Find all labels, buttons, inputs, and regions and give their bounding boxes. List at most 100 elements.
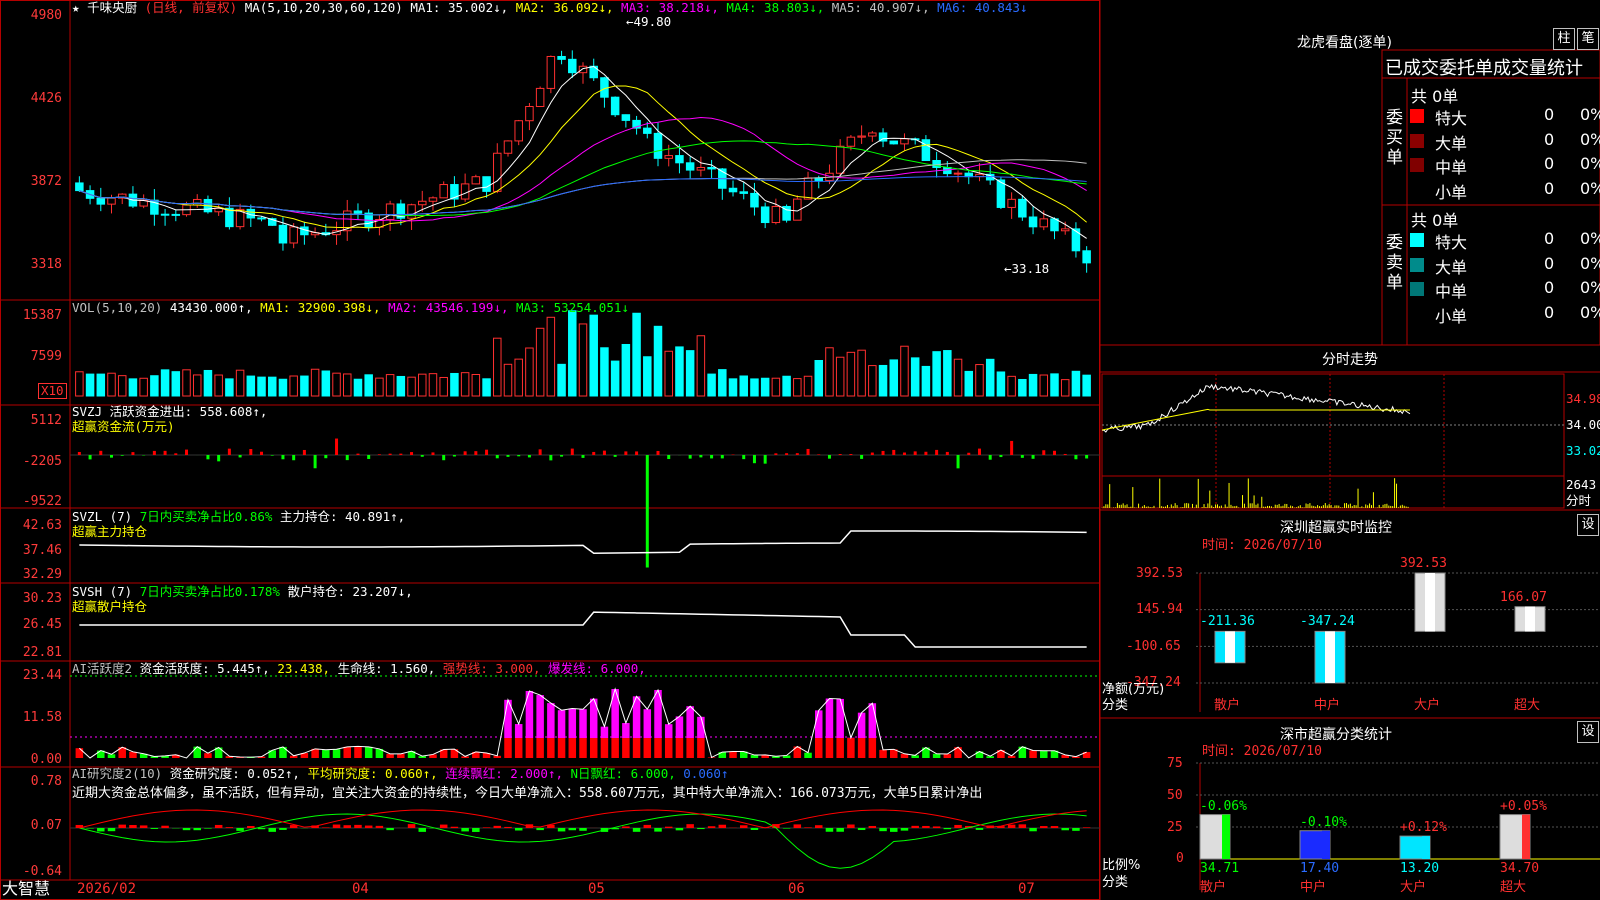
activity-bar [568,738,577,758]
favorite-star-icon[interactable]: ★ [72,0,80,15]
candle-body [643,127,652,134]
activity-bar [397,753,405,758]
volume-bar [171,371,181,397]
volume-bar [675,346,684,397]
activity-bar [675,738,684,758]
order-color-swatch [1410,158,1424,172]
research-bar [354,824,362,828]
volume-bar [718,369,727,397]
flow-bar [667,455,671,460]
research-bar [782,828,791,829]
flow-bar [977,448,981,455]
activity-peak-bar [547,703,555,738]
volume-tick: 15387 [22,308,62,323]
ma-item: MA5: 40.907↓, [824,0,930,15]
monitor-value-label: 392.53 [1400,556,1447,571]
classify-bar-accent [1422,836,1430,859]
volume-bar [1028,373,1038,397]
bar-mode-button[interactable]: 柱 [1553,28,1575,50]
activity-bar [686,738,694,758]
flow-bar [463,451,467,455]
svzl-tick: 32.29 [22,567,62,582]
research-bar [86,828,94,829]
volume-bar [771,377,781,397]
order-pct: 0% [1580,105,1600,124]
flow-bar [1085,455,1089,459]
volume-bar [846,351,856,397]
ai2-item: N日飘红: 6.000, [562,766,676,781]
research-bar [439,824,448,828]
classify-settings-button[interactable]: 设 [1577,721,1599,743]
flow-bar [752,455,756,464]
activity-peak-bar [622,723,630,738]
tick-mode-button[interactable]: 笔 [1577,28,1599,50]
volume-bar [921,365,931,397]
volume-bar [375,377,384,397]
ai1-item: 23.438, [269,661,331,676]
order-count: 0 [1544,154,1555,173]
candle-body [1018,198,1027,218]
flow-bar [377,454,381,455]
intraday-frame [1101,373,1565,509]
date-tick: 07 [1018,881,1035,897]
ma-item: MA6: 40.843↓ [929,0,1028,15]
left-frame [0,0,1100,900]
volume-bar [857,349,866,397]
monitor-ylabel: 净额(万元) [1102,682,1165,697]
classify-category: 散户 [1200,880,1227,895]
flow-bar [635,451,639,455]
research-bar [332,824,341,828]
order-count: 0 [1544,253,1555,273]
flow-bar [410,452,414,455]
candle-body [535,87,545,108]
research-bar [664,826,673,828]
monitor-settings-button[interactable]: 设 [1577,514,1599,536]
activity-bar [814,738,823,758]
volume-bar [300,375,309,397]
research-bar [279,828,287,830]
activity-peak-bar [686,706,694,738]
monitor-category: 散户 [1214,698,1241,713]
vol-item: VOL(5,10,20) [72,300,163,315]
candle-body [900,138,909,145]
order-count: 0 [1544,105,1555,124]
volume-bar [246,375,256,397]
activity-peak-bar [557,710,566,738]
flow-bar [945,451,949,455]
ma2-line [79,85,1087,229]
volume-bar [1039,374,1049,397]
volume-bar [96,373,106,397]
monitor-title: 深圳超赢实时监控 [1280,520,1392,536]
candle-body [857,135,866,138]
volume-unit-badge[interactable]: X10 [38,383,67,399]
volume-bar [160,369,170,397]
research-bar [579,828,587,831]
flow-bar [849,454,853,455]
activity-bar [943,754,952,758]
research-bar [975,828,984,830]
activity-peak-bar [643,709,652,738]
research-bar [493,825,502,828]
order-pct: 0% [1580,129,1600,149]
candle-body [750,192,759,208]
order-color-swatch [1410,282,1424,296]
flow-bar [1020,455,1024,458]
classify-xlabel: 分类 [1102,875,1129,890]
monitor-time: 时间: 2026/07/10 [1202,538,1322,553]
candle-body [353,210,363,214]
kline-chart-area[interactable] [0,0,1600,900]
flow-bar [656,450,660,455]
flow-bar [892,449,896,455]
flow-bar [506,455,510,457]
research-bar [836,828,844,832]
flow-bar [688,455,692,459]
research-bar [632,828,641,832]
candle-body [1071,228,1081,252]
order-pct: 0% [1580,253,1600,273]
svzj-tick: -9522 [22,494,62,509]
volume-bar [546,316,556,397]
adjust-mode[interactable]: (日线, 前复权) [145,0,238,15]
volume-bar [975,364,984,397]
flow-bar [560,455,564,457]
activity-bar [557,738,566,758]
